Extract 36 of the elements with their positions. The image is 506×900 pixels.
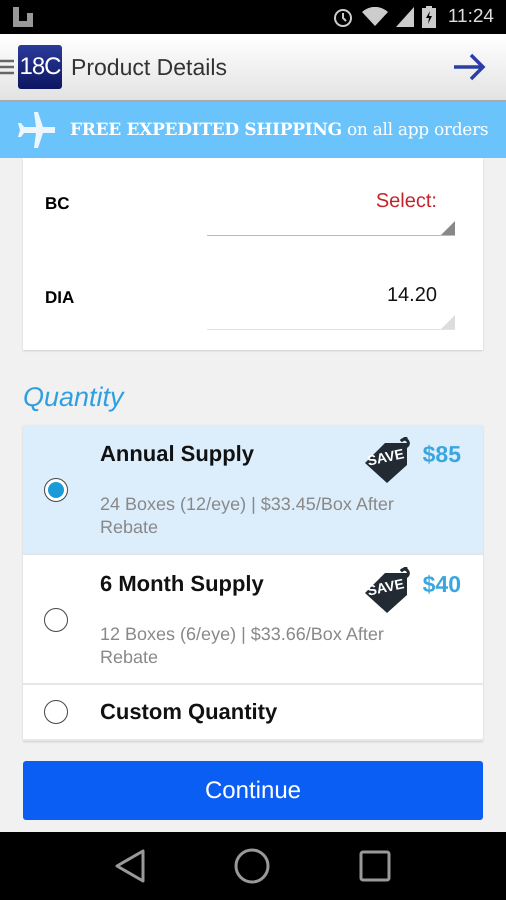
continue-button[interactable]: Continue [23,761,483,820]
banner-text: FREE EXPEDITED SHIPPING on all app orders [70,120,488,140]
clock-time: 11:24 [448,6,494,28]
field-label: BC [45,193,71,214]
option-name: Custom Quantity [100,699,278,725]
quantity-option[interactable]: Custom Quantity [23,685,483,741]
page-title: Product Details [71,54,228,80]
dropdown-corner-icon [441,221,455,235]
back-icon[interactable] [114,849,145,883]
field-label: DIA [45,287,76,308]
price: $85 [422,441,461,468]
dropdown-field[interactable]: 14.20 [207,274,455,330]
dropdown-field[interactable]: Select: [207,180,455,236]
notification-icon [12,6,34,28]
menu-icon[interactable] [0,59,14,75]
logo: 18C [18,45,62,89]
radio-button[interactable] [44,478,68,502]
quantity-option[interactable]: 6 Month Supply SAVE $40 12 Boxes (6/eye) | $33.66/Box After Rebate [23,555,483,685]
option-detail: 24 Boxes (12/eye) | $33.45/Box After Rebate [100,493,395,539]
section-title: Quantity [23,382,126,413]
wifi-icon [362,7,388,27]
home-icon[interactable] [234,848,270,884]
option-name: 6 Month Supply [100,571,265,597]
radio-button[interactable] [44,700,68,724]
price: $40 [422,571,461,598]
dropdown-corner-icon [441,315,455,329]
quantity-option[interactable]: Annual Supply SAVE $85 24 Boxes (12/eye) | $33.45/Box After Rebate [23,425,483,555]
airplane-icon [18,112,56,148]
recents-icon[interactable] [359,850,392,882]
arrow-right-icon[interactable] [452,53,486,81]
radio-button[interactable] [44,608,68,632]
battery-icon [422,6,436,28]
option-detail: 12 Boxes (6/eye) | $33.66/Box After Rebate [100,623,385,669]
option-name: Annual Supply [100,441,255,467]
signal-icon [396,7,414,27]
alarm-icon [332,6,354,28]
